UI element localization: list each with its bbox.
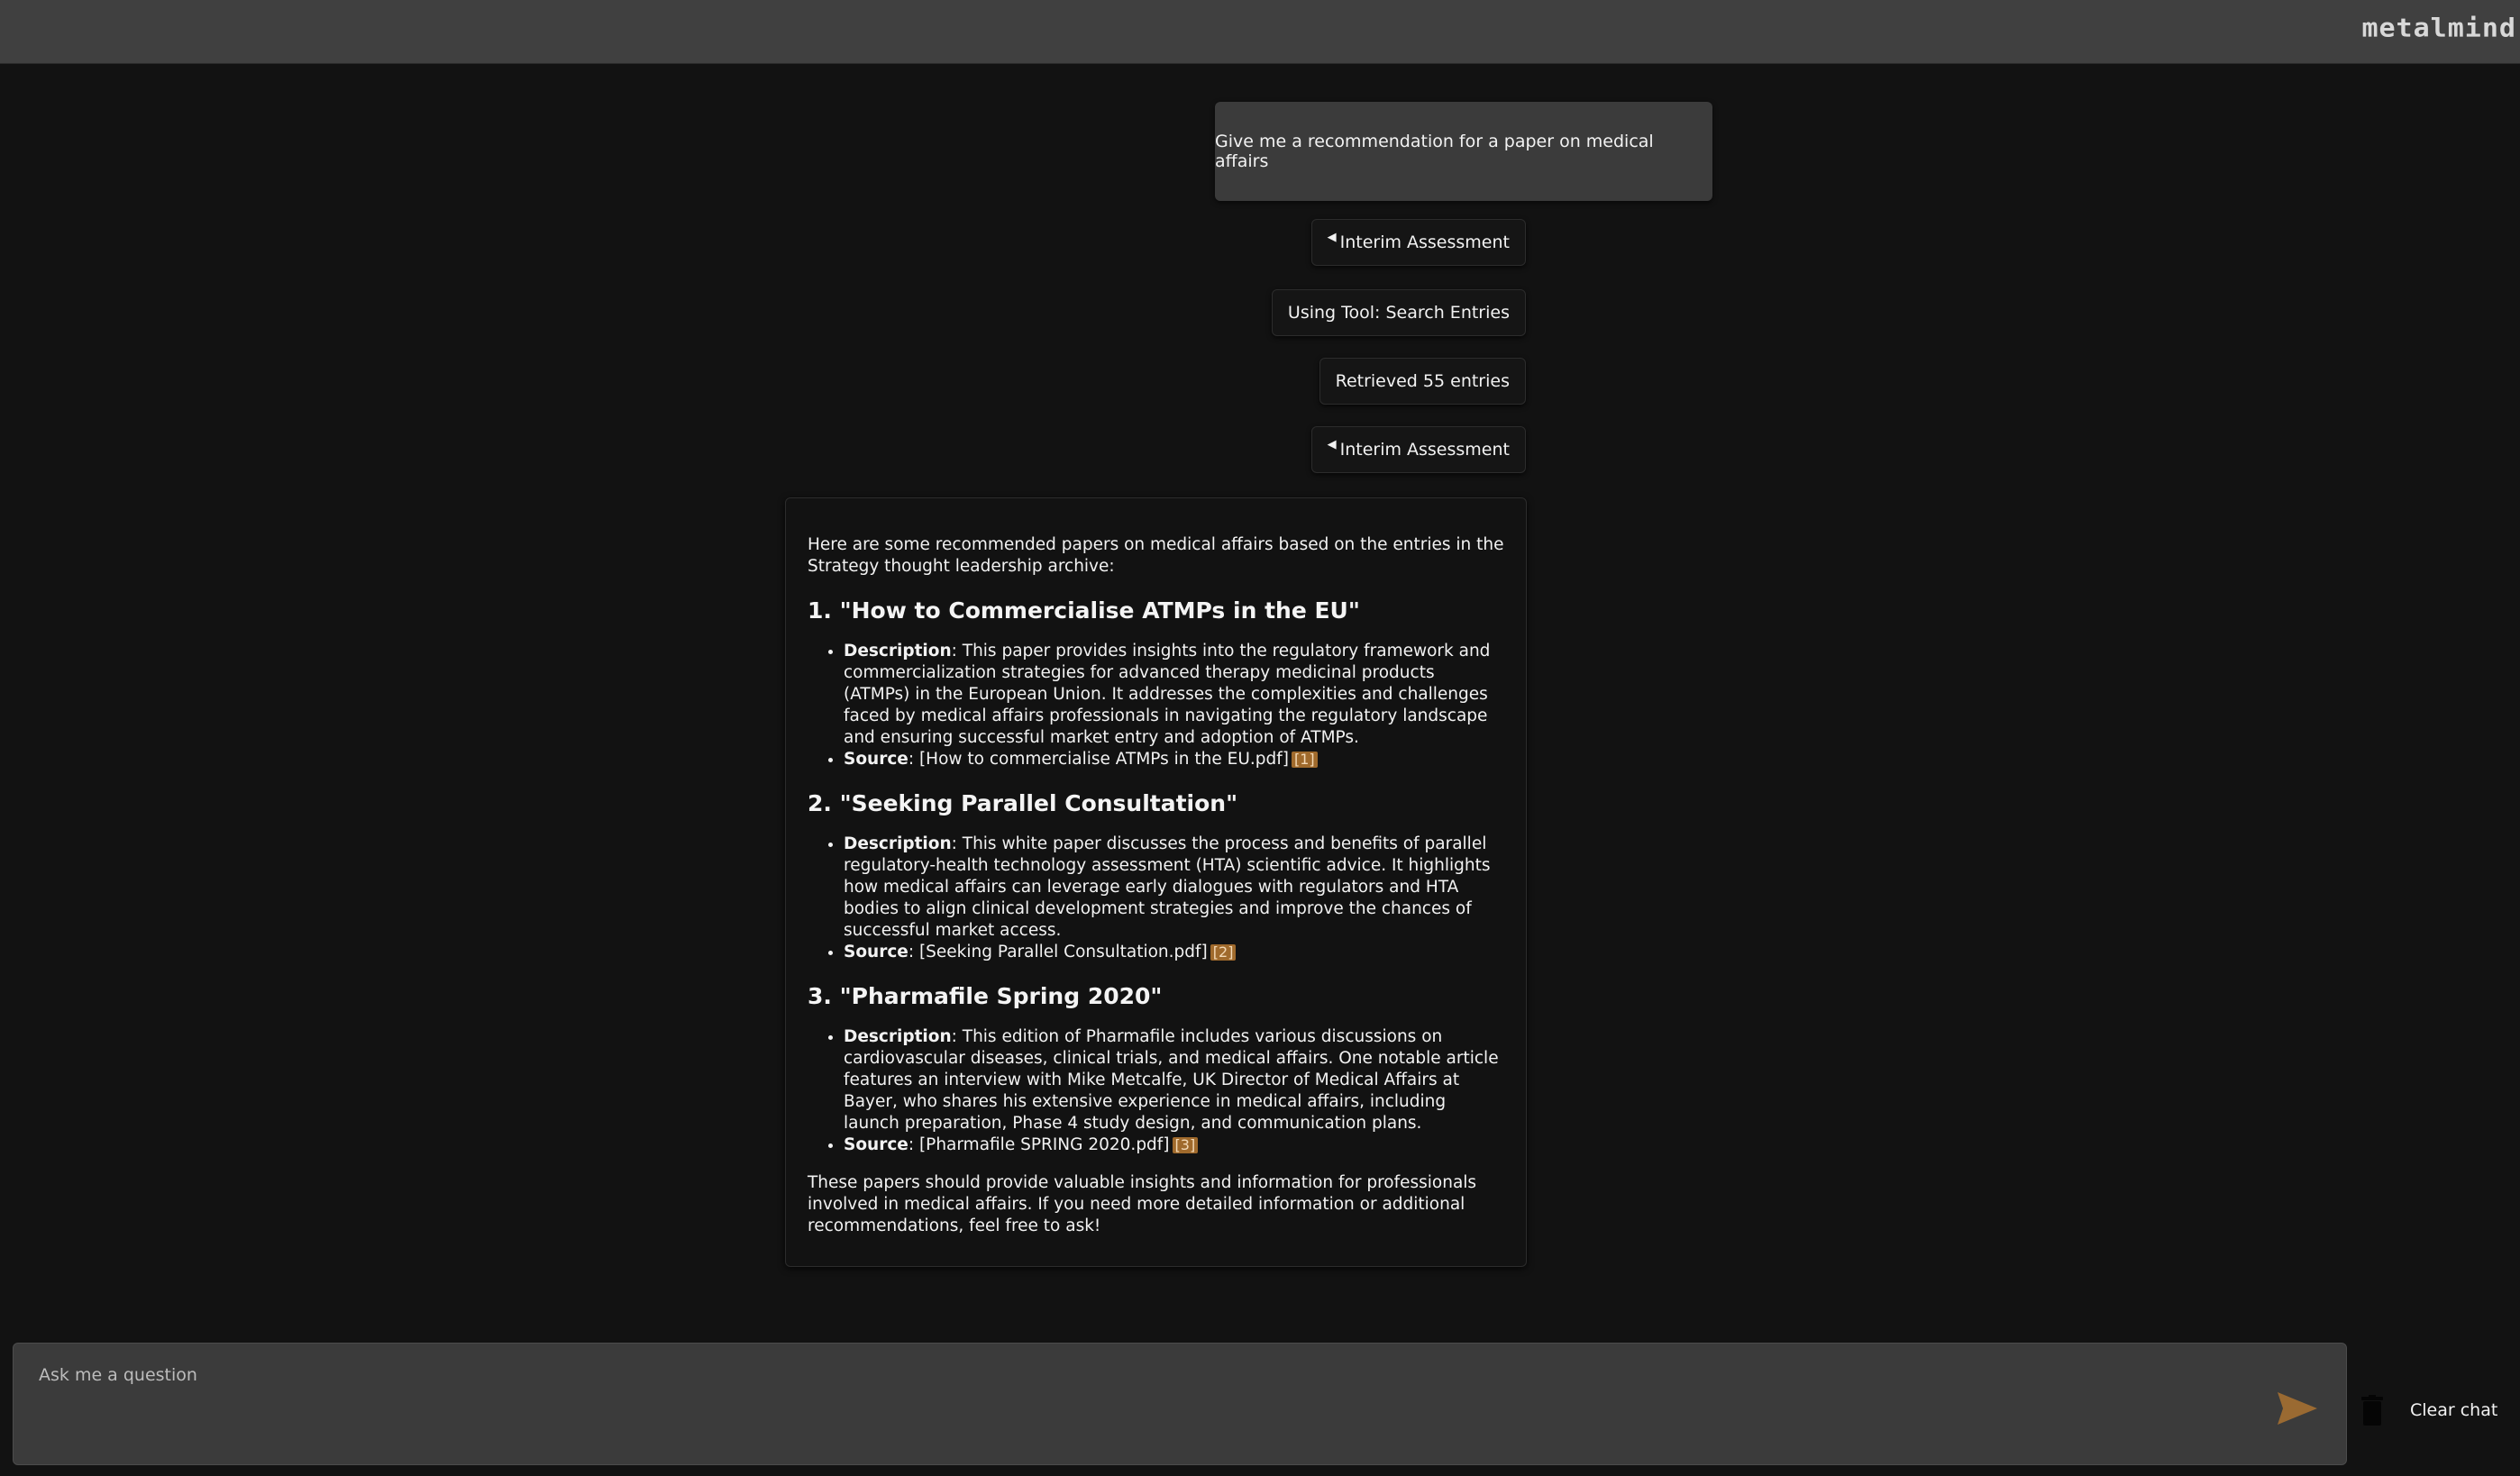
source-text: : [How to commercialise ATMPs in the EU.… [908,750,1289,769]
send-button[interactable] [2276,1390,2319,1426]
source-label: Source [844,750,908,769]
triangle-left-icon: ◀ [1327,230,1337,244]
description-label: Description [844,642,952,661]
paper-heading: 3. "Pharmafile Spring 2020" [808,983,1163,1009]
description-label: Description [844,834,952,853]
clear-chat-label: Clear chat [2410,1400,2498,1420]
paper-details: Description: This paper provides insight… [808,641,1504,770]
clear-chat-button[interactable]: Clear chat [2361,1392,2497,1428]
list-item: Source: [How to commercialise ATMPs in t… [844,749,1504,770]
paper-heading: 2. "Seeking Parallel Consultation" [808,790,1238,816]
source-text: : [Pharmafile SPRING 2020.pdf] [908,1135,1170,1154]
send-icon [2278,1392,2317,1425]
paper-details: Description: This edition of Pharmafile … [808,1026,1504,1156]
trash-icon [2361,1395,2383,1426]
status-chip-interim-assessment[interactable]: ◀ Interim Assessment [1310,219,1526,266]
citation-link[interactable]: [3] [1172,1137,1199,1153]
paper-details: Description: This white paper discusses … [808,834,1504,963]
brand-logo: metalmind [2361,13,2516,44]
source-label: Source [844,1135,908,1154]
status-chip-retrieved-entries: Retrieved 55 entries [1319,358,1526,405]
citation-link[interactable]: [1] [1291,752,1318,768]
answer-outro: These papers should provide valuable ins… [808,1173,1477,1235]
assistant-answer: Here are some recommended papers on medi… [785,497,1527,1267]
status-chip-label: Retrieved 55 entries [1335,371,1510,391]
paper-heading: 1. "How to Commercialise ATMPs in the EU… [808,597,1360,624]
source-label: Source [844,943,908,961]
status-chip-label: Using Tool: Search Entries [1287,303,1510,323]
status-chip-label: Interim Assessment [1339,440,1510,460]
chat-composer [13,1343,2347,1465]
description-label: Description [844,1027,952,1046]
status-chip-interim-assessment[interactable]: ◀ Interim Assessment [1310,426,1526,473]
status-chip-label: Interim Assessment [1339,232,1510,252]
status-chip-using-tool: Using Tool: Search Entries [1271,289,1526,336]
citation-link[interactable]: [2] [1210,944,1237,961]
list-item: Description: This paper provides insight… [844,641,1504,749]
list-item: Source: [Seeking Parallel Consultation.p… [844,942,1504,963]
list-item: Description: This edition of Pharmafile … [844,1026,1504,1134]
question-input[interactable] [37,1363,2240,1448]
user-message-bubble: Give me a recommendation for a paper on … [1215,102,1712,201]
list-item: Description: This white paper discusses … [844,834,1504,942]
answer-intro: Here are some recommended papers on medi… [808,535,1504,576]
triangle-left-icon: ◀ [1327,437,1337,451]
user-message-text: Give me a recommendation for a paper on … [1215,132,1654,171]
source-text: : [Seeking Parallel Consultation.pdf] [908,943,1208,961]
top-bar: metalmind [0,0,2520,64]
list-item: Source: [Pharmafile SPRING 2020.pdf][3] [844,1134,1504,1156]
